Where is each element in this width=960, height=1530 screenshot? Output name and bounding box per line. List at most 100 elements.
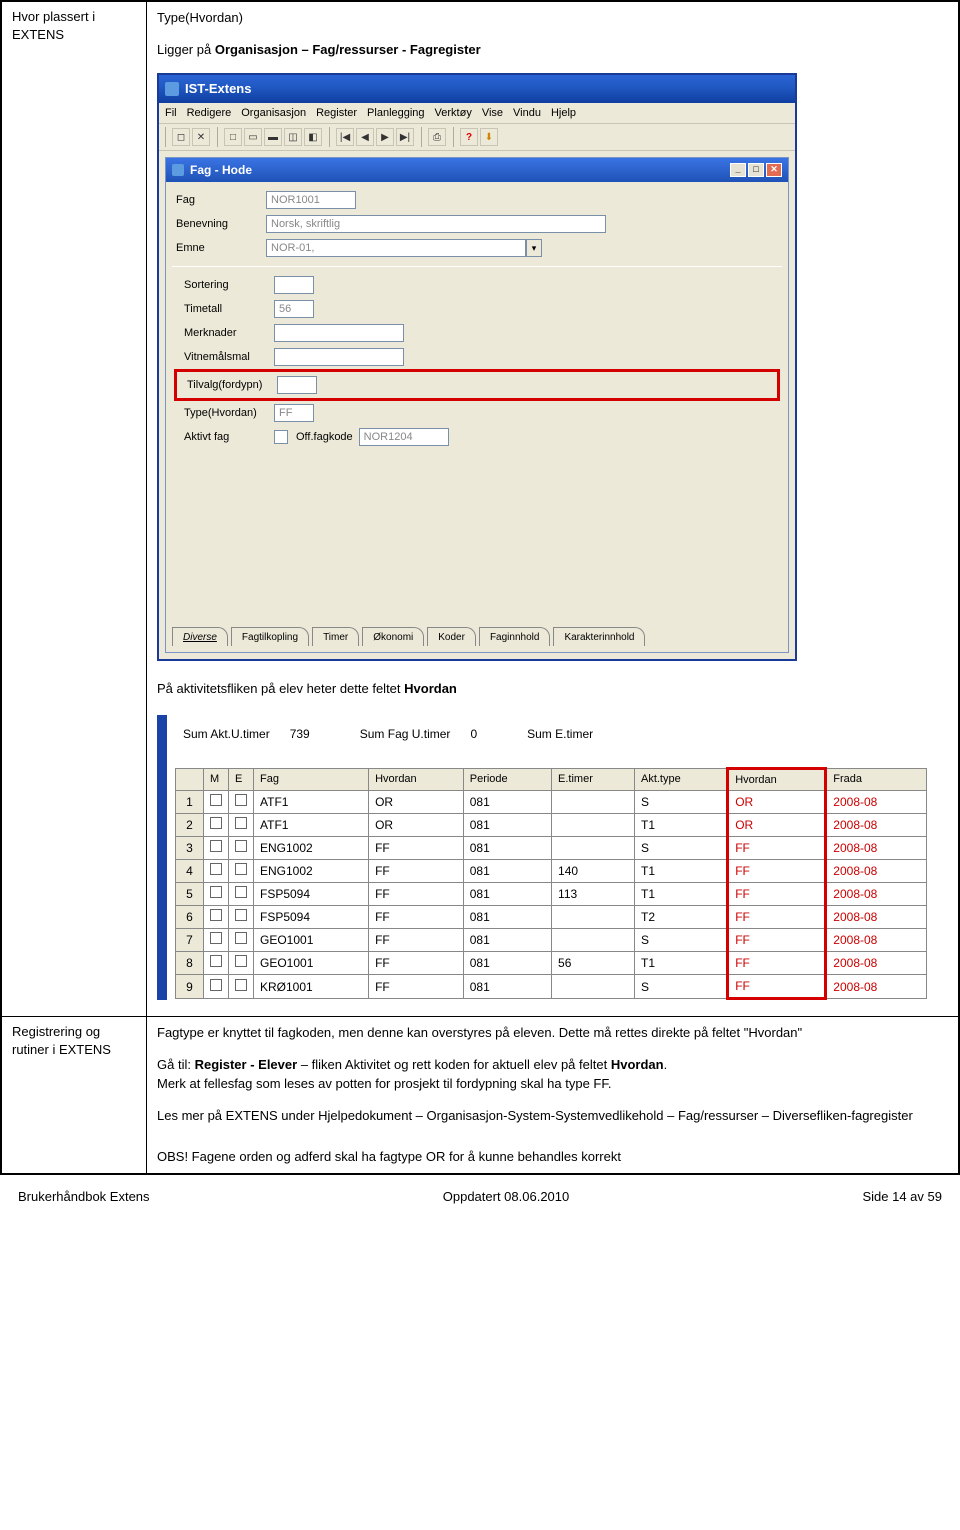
table-row[interactable]: 4ENG1002FF081140T1FF2008-08 (176, 860, 927, 883)
table-row[interactable]: 3ENG1002FF081SFF2008-08 (176, 837, 927, 860)
cell-hvordan2: FF (728, 952, 826, 975)
input-typehvordan[interactable] (274, 404, 314, 422)
cell-fag: FSP5094 (254, 883, 369, 906)
cell-etimer: 140 (552, 860, 635, 883)
menubar: Fil Redigere Organisasjon Register Planl… (159, 103, 795, 125)
table-row[interactable]: 1ATF1OR081SOR2008-08 (176, 791, 927, 814)
cell-hvordan2: OR (728, 814, 826, 837)
menu-fil[interactable]: Fil (165, 105, 177, 122)
chk-e[interactable] (229, 860, 254, 883)
chk-m[interactable] (204, 952, 229, 975)
cell-akttype: S (634, 929, 727, 952)
input-timetall[interactable] (274, 300, 314, 318)
tab-timer[interactable]: Timer (312, 627, 359, 646)
tb-db-icon[interactable]: ◫ (284, 128, 302, 146)
menu-planlegging[interactable]: Planlegging (367, 105, 425, 122)
chk-m[interactable] (204, 860, 229, 883)
chk-m[interactable] (204, 906, 229, 929)
tab-okonomi[interactable]: Økonomi (362, 627, 424, 646)
close-icon[interactable]: ✕ (766, 163, 782, 177)
tab-diverse[interactable]: Diverse (172, 627, 228, 646)
tab-karakterinnhold[interactable]: Karakterinnhold (553, 627, 645, 646)
tb-next-icon[interactable]: ▶ (376, 128, 394, 146)
chk-e[interactable] (229, 837, 254, 860)
cell-hvordan: FF (369, 860, 464, 883)
tab-koder[interactable]: Koder (427, 627, 476, 646)
menu-organisasjon[interactable]: Organisasjon (241, 105, 306, 122)
menu-verktoy[interactable]: Verktøy (435, 105, 472, 122)
table-row[interactable]: 9KRØ1001FF081SFF2008-08 (176, 975, 927, 999)
table-row[interactable]: 2ATF1OR081T1OR2008-08 (176, 814, 927, 837)
tb-prev-icon[interactable]: ◀ (356, 128, 374, 146)
tb-save-icon[interactable]: ▬ (264, 128, 282, 146)
chk-e[interactable] (229, 975, 254, 999)
row2-p2-pre: Gå til: (157, 1057, 195, 1072)
cell-akttype: S (634, 975, 727, 999)
cell-fag: FSP5094 (254, 906, 369, 929)
input-sortering[interactable] (274, 276, 314, 294)
row2-p2-post: . (664, 1057, 668, 1072)
tb-help-icon[interactable]: ? (460, 128, 478, 146)
row2-p3: Merk at fellesfag som leses av potten fo… (157, 1074, 948, 1094)
tb-print-icon[interactable]: ⎙ (428, 128, 446, 146)
table-row[interactable]: 8GEO1001FF08156T1FF2008-08 (176, 952, 927, 975)
row2-p2-mid: – fliken Aktivitet og rett koden for akt… (301, 1057, 611, 1072)
chk-e[interactable] (229, 906, 254, 929)
input-vitnemalsmal[interactable] (274, 348, 404, 366)
chk-e[interactable] (229, 883, 254, 906)
chk-e[interactable] (229, 791, 254, 814)
tb-first-icon[interactable]: |◀ (336, 128, 354, 146)
cell-frada: 2008-08 (826, 791, 927, 814)
menu-register[interactable]: Register (316, 105, 357, 122)
cell-fag: GEO1001 (254, 929, 369, 952)
menu-hjelp[interactable]: Hjelp (551, 105, 576, 122)
tb-doc-icon[interactable]: ◻ (172, 128, 190, 146)
tab-fagtilkopling[interactable]: Fagtilkopling (231, 627, 309, 646)
chk-m[interactable] (204, 814, 229, 837)
cell-akttype: T1 (634, 814, 727, 837)
cell-hvordan: FF (369, 975, 464, 999)
chk-m[interactable] (204, 837, 229, 860)
cell-hvordan2: FF (728, 837, 826, 860)
input-tilvalg[interactable] (277, 376, 317, 394)
chk-e[interactable] (229, 952, 254, 975)
hdr-blank (176, 768, 204, 791)
tb-warn-icon[interactable]: ⬇ (480, 128, 498, 146)
table-row[interactable]: 5FSP5094FF081113T1FF2008-08 (176, 883, 927, 906)
tab-faginnhold[interactable]: Faginnhold (479, 627, 550, 646)
tb-last-icon[interactable]: ▶| (396, 128, 414, 146)
aktiv-bold: Hvordan (404, 681, 457, 696)
lbl-offfagkode: Off.fagkode (296, 429, 353, 446)
activity-grid: M E Fag Hvordan Periode E.timer Akt.type… (175, 767, 927, 1001)
tb-close-icon[interactable]: ✕ (192, 128, 210, 146)
input-offfagkode[interactable] (359, 428, 449, 446)
menu-redigere[interactable]: Redigere (187, 105, 232, 122)
input-benevning[interactable] (266, 215, 606, 233)
minimize-icon[interactable]: _ (730, 163, 746, 177)
row2-p5: OBS! Fagene orden og adferd skal ha fagt… (157, 1147, 948, 1167)
chk-e[interactable] (229, 814, 254, 837)
menu-vindu[interactable]: Vindu (513, 105, 541, 122)
chk-m[interactable] (204, 883, 229, 906)
chk-m[interactable] (204, 975, 229, 999)
chk-e[interactable] (229, 929, 254, 952)
input-emne[interactable] (266, 239, 526, 257)
table-row[interactable]: 7GEO1001FF081SFF2008-08 (176, 929, 927, 952)
cell-akttype: T1 (634, 883, 727, 906)
cell-fag: ATF1 (254, 814, 369, 837)
chk-m[interactable] (204, 929, 229, 952)
input-fag[interactable] (266, 191, 356, 209)
maximize-icon[interactable]: □ (748, 163, 764, 177)
chk-aktivt[interactable] (274, 430, 288, 444)
cell-akttype: T2 (634, 906, 727, 929)
table-row[interactable]: 6FSP5094FF081T2FF2008-08 (176, 906, 927, 929)
cell-periode: 081 (463, 952, 551, 975)
menu-vise[interactable]: Vise (482, 105, 503, 122)
chk-m[interactable] (204, 791, 229, 814)
dropdown-icon[interactable]: ▾ (526, 239, 542, 257)
tb-y-icon[interactable]: ◧ (304, 128, 322, 146)
rownum: 6 (176, 906, 204, 929)
tb-new-icon[interactable]: □ (224, 128, 242, 146)
input-merknader[interactable] (274, 324, 404, 342)
tb-open-icon[interactable]: ▭ (244, 128, 262, 146)
